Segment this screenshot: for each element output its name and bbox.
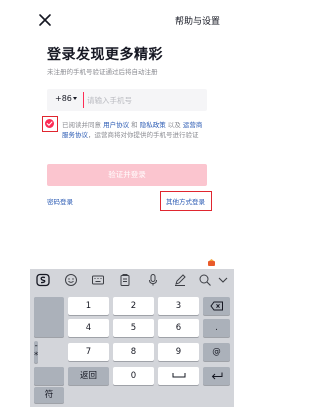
help-settings-link[interactable]: 帮助与设置 bbox=[175, 14, 220, 27]
key-symbols-left bbox=[34, 297, 64, 337]
keyboard-toolbar bbox=[30, 269, 234, 293]
privacy-policy-link[interactable]: 隐私政策 bbox=[140, 121, 166, 129]
key-symbol[interactable]: 符 bbox=[34, 387, 64, 403]
verify-login-button[interactable]: 验证并登录 bbox=[47, 164, 207, 186]
country-code-selector[interactable]: +86 bbox=[55, 94, 72, 103]
backspace-key[interactable] bbox=[203, 297, 230, 315]
key-minus-star[interactable]: - * bbox=[34, 341, 39, 363]
agreement-checkbox-highlight bbox=[42, 116, 58, 132]
check-icon bbox=[46, 121, 53, 126]
key-7[interactable]: 7 bbox=[68, 343, 109, 361]
key-hash-row bbox=[34, 367, 64, 385]
key-0[interactable]: 0 bbox=[113, 367, 154, 385]
other-login-link[interactable]: 其他方式登录 bbox=[166, 196, 205, 206]
clipboard-icon[interactable] bbox=[118, 273, 132, 287]
top-bar: 帮助与设置 bbox=[0, 0, 264, 40]
agreement-suffix: ，运营商将对你提供的手机号进行验证 bbox=[88, 131, 199, 139]
key-5[interactable]: 5 bbox=[113, 319, 154, 337]
numeric-keyboard: + · - * # .c0 { left:4px; width:30px; } … bbox=[30, 269, 234, 407]
microphone-icon[interactable] bbox=[146, 273, 160, 287]
sogou-logo-icon[interactable] bbox=[36, 273, 50, 287]
other-login-highlight: 其他方式登录 bbox=[160, 191, 212, 211]
key-1[interactable]: 1 bbox=[68, 297, 109, 315]
enter-icon bbox=[211, 372, 222, 380]
key-4[interactable]: 4 bbox=[68, 319, 109, 337]
agreement-text: 已阅读并同意 用户协议 和 隐私政策 以及 运营商服务协议，运营商将对你提供的手… bbox=[62, 120, 207, 140]
keyboard-icon[interactable] bbox=[91, 273, 105, 287]
user-agreement-link[interactable]: 用户协议 bbox=[103, 121, 129, 129]
space-key[interactable] bbox=[158, 367, 199, 385]
key-label: * bbox=[34, 351, 39, 361]
space-icon bbox=[172, 373, 185, 378]
phone-input[interactable] bbox=[83, 92, 201, 108]
key-9[interactable]: 9 bbox=[158, 343, 199, 361]
page-title: 登录发现更多精彩 bbox=[47, 47, 163, 63]
emoji-icon[interactable] bbox=[64, 273, 78, 287]
handwriting-icon[interactable] bbox=[173, 273, 187, 287]
key-at[interactable]: @ bbox=[203, 343, 230, 361]
page-subtitle: 未注册的手机号验证通过后将自动注册 bbox=[47, 68, 158, 76]
backspace-icon bbox=[209, 301, 223, 311]
keyboard-skin-icon[interactable] bbox=[207, 258, 216, 267]
key-2[interactable]: 2 bbox=[113, 297, 154, 315]
collapse-keyboard-icon[interactable] bbox=[216, 273, 230, 287]
agreement-prefix: 已阅读并同意 bbox=[62, 121, 104, 129]
agreement-checkbox[interactable] bbox=[45, 119, 54, 128]
phone-input-row: +86 bbox=[47, 89, 207, 111]
password-login-link[interactable]: 密码登录 bbox=[47, 196, 73, 206]
agreement-and: 和 bbox=[129, 121, 140, 129]
key-label: - bbox=[34, 341, 38, 351]
chevron-down-icon[interactable] bbox=[73, 97, 77, 100]
key-back[interactable]: 返回 bbox=[68, 367, 109, 385]
agreement-mid: 以及 bbox=[165, 121, 183, 129]
key-dot[interactable]: . bbox=[203, 319, 230, 337]
key-3[interactable]: 3 bbox=[158, 297, 199, 315]
key-6[interactable]: 6 bbox=[158, 319, 199, 337]
key-8[interactable]: 8 bbox=[113, 343, 154, 361]
enter-key[interactable] bbox=[203, 367, 230, 385]
close-icon[interactable] bbox=[38, 13, 52, 27]
search-icon[interactable] bbox=[198, 273, 212, 287]
